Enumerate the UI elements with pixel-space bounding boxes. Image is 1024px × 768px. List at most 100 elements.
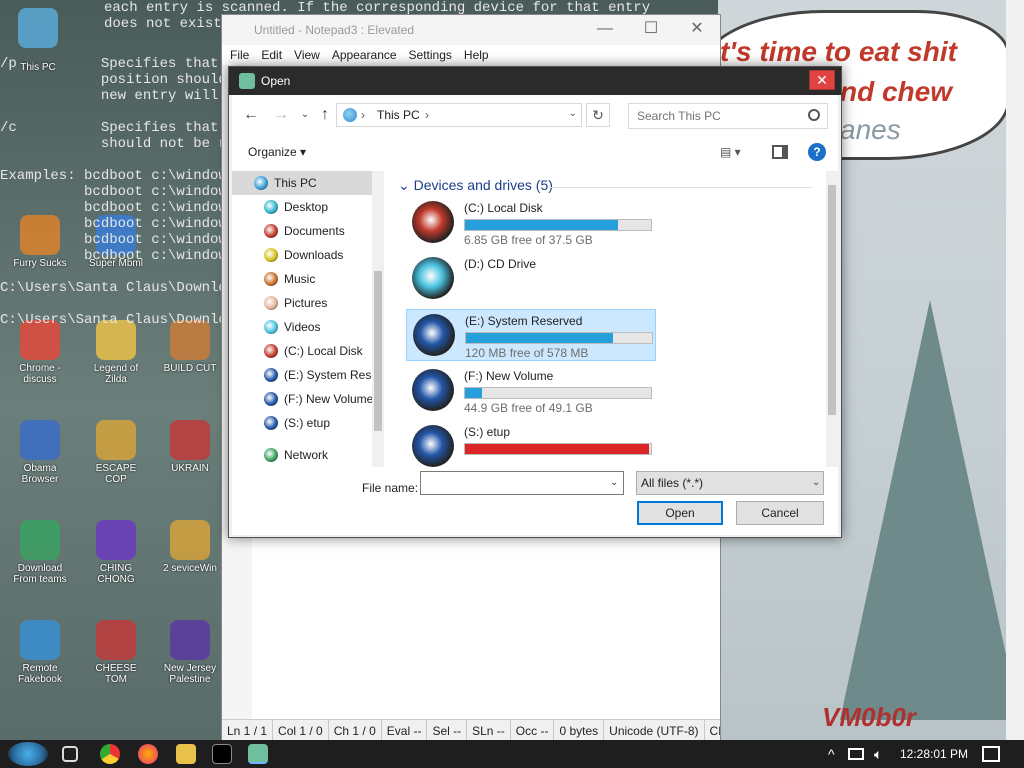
desktop-shortcut[interactable]: New Jersey Palestine: [160, 620, 220, 690]
nav-item-label: (E:) System Rese: [284, 368, 372, 382]
up-arrow-icon[interactable]: ↑: [314, 105, 336, 125]
search-icon[interactable]: [808, 109, 820, 121]
nav-item[interactable]: Videos: [232, 315, 372, 339]
address-bar[interactable]: › This PC › ⌄: [336, 103, 582, 127]
notification-icon[interactable]: [982, 746, 1000, 762]
shortcut-label: BUILD CUT: [163, 363, 217, 374]
drive-item[interactable]: (F:) New Volume 44.9 GB free of 49.1 GB: [406, 365, 656, 417]
close-button[interactable]: ✕: [674, 15, 720, 45]
drive-item[interactable]: (D:) CD Drive: [406, 253, 656, 305]
forward-arrow-icon[interactable]: →: [270, 105, 292, 125]
drive-item[interactable]: (C:) Local Disk 6.85 GB free of 37.5 GB: [406, 197, 656, 249]
notepad3-taskbar-icon[interactable]: [248, 744, 268, 764]
maximize-button[interactable]: ☐: [628, 15, 674, 45]
task-view-icon[interactable]: [62, 746, 78, 762]
open-button[interactable]: Open: [637, 501, 723, 525]
nav-item-label: (S:) etup: [284, 416, 331, 430]
console-line: /c Specifies that: [0, 120, 219, 136]
organize-button[interactable]: Organize ▾: [248, 145, 306, 159]
shortcut-icon: [20, 520, 60, 560]
dialog-close-button[interactable]: ✕: [809, 70, 835, 90]
menu-item-view[interactable]: View: [294, 45, 320, 65]
menu-item-appearance[interactable]: Appearance: [332, 45, 397, 65]
nav-item[interactable]: Documents: [232, 219, 372, 243]
network-icon[interactable]: [848, 748, 864, 760]
shortcut-icon: [170, 620, 210, 660]
chrome-icon[interactable]: [100, 744, 120, 764]
command-toolbar: Organize ▾ ▤ ▾ ?: [232, 135, 838, 171]
firefox-icon[interactable]: [138, 744, 158, 764]
chevron-down-icon[interactable]: ⌄: [610, 477, 618, 488]
view-options-icon[interactable]: ▤ ▾: [720, 145, 746, 161]
desktop-shortcut[interactable]: Legend of Zilda: [86, 320, 146, 390]
desktop-shortcut[interactable]: Chrome - discuss: [10, 320, 70, 390]
desktop-shortcut[interactable]: BUILD CUT: [160, 320, 220, 390]
file-explorer-icon[interactable]: [176, 744, 196, 764]
nav-item[interactable]: (E:) System Rese: [232, 363, 372, 387]
nav-item[interactable]: This PC: [232, 171, 372, 195]
desktop-shortcut[interactable]: CHING CHONG: [86, 520, 146, 590]
status-field: Eval --: [382, 720, 428, 741]
desktop-shortcut[interactable]: Download From teams: [10, 520, 70, 590]
chevron-down-icon[interactable]: ⌄: [569, 108, 577, 119]
desktop-shortcut[interactable]: ESCAPE COP: [86, 420, 146, 490]
volume-icon[interactable]: 🔈︎: [874, 740, 882, 768]
clock[interactable]: 12:28:01 PM: [900, 740, 968, 768]
chevron-down-icon[interactable]: ⌄: [812, 477, 820, 488]
cancel-button[interactable]: Cancel: [736, 501, 824, 525]
refresh-icon[interactable]: ↻: [586, 103, 610, 127]
drive-label: (D:) CD Drive: [464, 257, 536, 271]
menu-item-file[interactable]: File: [230, 45, 249, 65]
desktop-shortcut[interactable]: CHEESE TOM: [86, 620, 146, 690]
desktop-shortcut[interactable]: UKRAIN: [160, 420, 220, 490]
show-hidden-icons-button[interactable]: ^: [828, 740, 835, 768]
nav-pane-scrollbar[interactable]: [372, 171, 384, 467]
minimize-button[interactable]: —: [582, 15, 628, 45]
nav-item-icon: [264, 448, 278, 462]
file-list-scrollbar[interactable]: [826, 171, 838, 467]
help-icon[interactable]: ?: [808, 143, 826, 161]
drive-free-space: 6.85 GB free of 37.5 GB: [464, 233, 593, 247]
command-prompt-icon[interactable]: [212, 744, 232, 764]
back-arrow-icon[interactable]: ←: [240, 105, 262, 125]
nav-item[interactable]: Desktop: [232, 195, 372, 219]
file-list-area: ⌄ Devices and drives (5) (C:) Local Disk…: [388, 171, 826, 467]
nav-item[interactable]: (F:) New Volume: [232, 387, 372, 411]
menu-item-help[interactable]: Help: [464, 45, 489, 65]
group-header[interactable]: ⌄ Devices and drives (5): [398, 177, 553, 194]
search-input[interactable]: [628, 103, 828, 129]
desktop-shortcut[interactable]: Obama Browser: [10, 420, 70, 490]
menu-item-edit[interactable]: Edit: [261, 45, 282, 65]
drive-label: (E:) System Reserved: [465, 314, 583, 328]
file-type-filter[interactable]: All files (*.*): [636, 471, 824, 495]
status-field: Ch 1 / 0: [329, 720, 382, 741]
drive-item[interactable]: (S:) etup: [406, 421, 656, 467]
drive-item[interactable]: (E:) System Reserved 120 MB free of 578 M…: [406, 309, 656, 361]
status-field: Col 1 / 0: [273, 720, 329, 741]
file-name-input[interactable]: [420, 471, 624, 495]
nav-item[interactable]: Network: [232, 443, 372, 467]
address-separator[interactable]: ›: [361, 108, 365, 122]
status-field: Sel --: [427, 720, 468, 741]
shortcut-label: CHEESE TOM: [95, 663, 137, 685]
console-line: new entry will: [0, 88, 219, 104]
preview-pane-icon[interactable]: [772, 145, 788, 159]
tree-illustration: [840, 300, 1020, 720]
shortcut-icon: [20, 620, 60, 660]
nav-item[interactable]: (S:) etup: [232, 411, 372, 435]
start-button[interactable]: [8, 742, 48, 766]
nav-item[interactable]: Music: [232, 267, 372, 291]
recent-dropdown-icon[interactable]: ⌄: [294, 105, 316, 125]
navigation-pane: This PC Desktop Documents Downloads Music Pic…: [232, 171, 384, 467]
nav-item[interactable]: Pictures: [232, 291, 372, 315]
desktop-shortcut[interactable]: Remote Fakebook: [10, 620, 70, 690]
nav-item[interactable]: Downloads: [232, 243, 372, 267]
console-line: bcdboot c:\windows: [0, 216, 222, 232]
address-separator[interactable]: ›: [425, 108, 429, 122]
menu-item-settings[interactable]: Settings: [409, 45, 452, 65]
address-location[interactable]: This PC: [377, 108, 420, 122]
notepad-app-icon: [239, 73, 255, 89]
nav-item[interactable]: (C:) Local Disk: [232, 339, 372, 363]
desktop-shortcut[interactable]: 2 seviceWin: [160, 520, 220, 590]
shortcut-label: Remote Fakebook: [18, 663, 62, 685]
